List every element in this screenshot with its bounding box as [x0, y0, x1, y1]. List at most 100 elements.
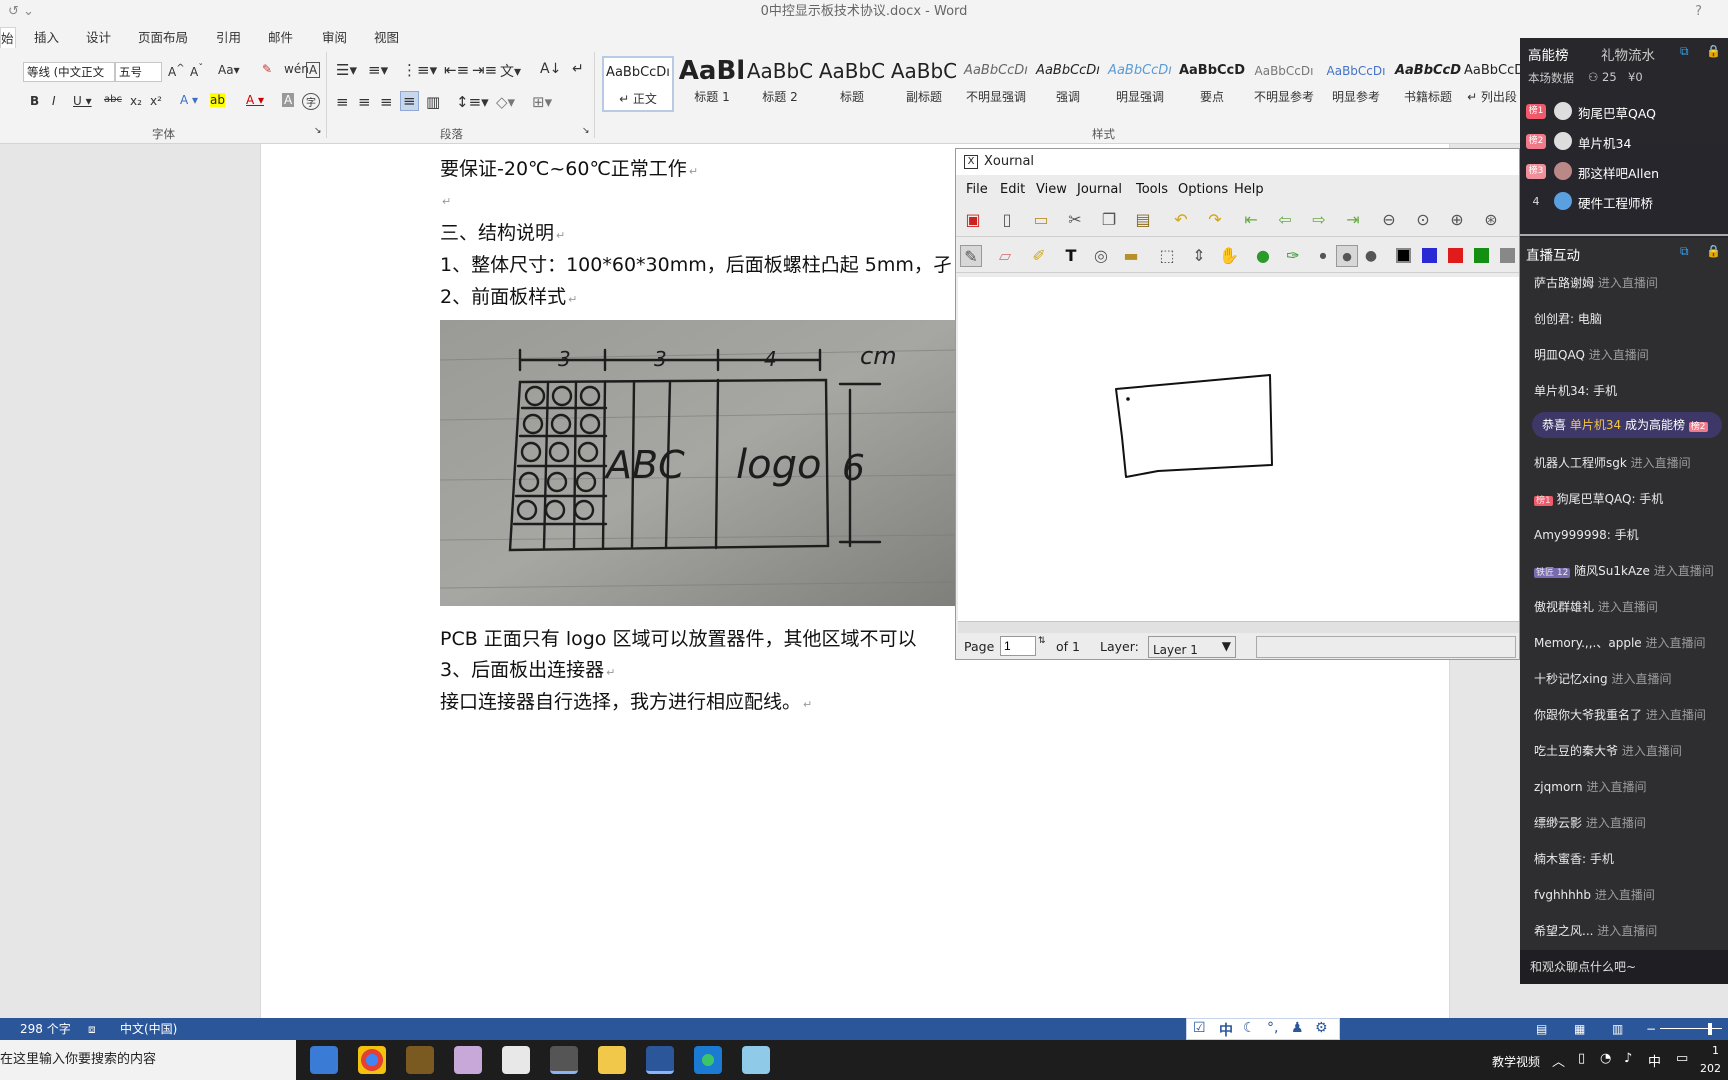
char-border-icon[interactable]: A — [306, 62, 321, 78]
align-right-icon[interactable]: ≡ — [380, 93, 393, 111]
style-list-paragraph[interactable]: AaBbCcDı ↵ 列出段 — [1464, 56, 1520, 112]
menu-view[interactable]: View — [1036, 182, 1067, 197]
clock-time[interactable]: 1 — [1712, 1044, 1719, 1057]
sort-icon[interactable]: A↓ — [540, 61, 561, 77]
eraser-icon[interactable]: ▱ — [994, 245, 1016, 267]
pen-icon[interactable]: ✎ — [960, 245, 982, 267]
strikethrough-icon[interactable]: abc — [104, 94, 122, 105]
usb-icon[interactable]: ▯ — [1578, 1051, 1585, 1066]
color-red-swatch[interactable] — [1444, 245, 1466, 267]
shading-icon[interactable]: ◇▾ — [496, 93, 515, 111]
default-pen-icon[interactable]: ● — [1252, 245, 1274, 267]
paste-icon[interactable]: ▤ — [1132, 209, 1154, 231]
rank-row[interactable]: 榜3 那这样吧Allen — [1526, 160, 1722, 184]
front-panel-sketch-photo[interactable]: 3 3 4 cm ABC logo 6 — [440, 320, 956, 606]
doc-heading-structure[interactable]: 三、结构说明 ↵ — [440, 218, 565, 245]
style-subtitle[interactable]: AaBbC 副标题 — [888, 56, 960, 112]
borders-icon[interactable]: ⊞▾ — [532, 93, 552, 111]
shrink-font-icon[interactable]: Aˇ — [190, 63, 203, 79]
zoom-fit-icon[interactable]: ⊛ — [1480, 209, 1502, 231]
doc-line-dimensions[interactable]: 1、整体尺寸：100*60*30mm，后面板螺柱凸起 5mm，孑 — [440, 250, 952, 277]
font-color-icon[interactable]: A ▾ — [246, 93, 264, 107]
live-stream-panel[interactable]: 高能榜 礼物流水 ⧉ 🔒 本场数据 ⚇ 25 ¥0 榜1 狗尾巴草QAQ 榜2 … — [1520, 38, 1728, 984]
style-book-title[interactable]: AaBbCcD 书籍标题 — [1392, 56, 1464, 112]
shape-recognizer-icon[interactable]: ◎ — [1090, 245, 1112, 267]
layer-select[interactable]: Layer 1 ▼ — [1148, 636, 1236, 658]
tray-expand-icon[interactable]: ︿ — [1552, 1051, 1565, 1070]
clear-format-icon[interactable]: ✎ — [262, 62, 272, 76]
xournal-taskbar-icon[interactable] — [550, 1046, 578, 1074]
zoom-out-icon[interactable]: ⊖ — [1378, 209, 1400, 231]
style-subtle-emphasis[interactable]: AaBbCcDı 不明显强调 — [960, 56, 1032, 112]
ime-tray-label[interactable]: 中 — [1648, 1051, 1661, 1070]
xournal-horizontal-scrollbar[interactable] — [958, 621, 1519, 633]
doc-line-rear-panel[interactable]: 3、后面板出连接器 ↵ — [440, 655, 615, 682]
zoom-in-icon[interactable]: ⊕ — [1446, 209, 1468, 231]
superscript-icon[interactable]: x² — [150, 94, 162, 108]
quick-access-undo-icon[interactable]: ↺ ⌄ — [8, 0, 34, 24]
underline-icon[interactable]: U ▾ — [73, 94, 92, 108]
color-black-swatch[interactable] — [1392, 245, 1414, 267]
multilevel-list-icon[interactable]: ⋮≡▾ — [402, 61, 437, 79]
increase-indent-icon[interactable]: ⇥≡ — [472, 61, 497, 79]
font-dialog-launcher-icon[interactable]: ↘ — [314, 126, 322, 136]
language-indicator[interactable]: 中文(中国) — [120, 1018, 177, 1040]
text-tool-icon[interactable]: T — [1060, 245, 1082, 267]
first-page-icon[interactable]: ⇤ — [1240, 209, 1262, 231]
ime-mode-label[interactable]: 中 — [1219, 1020, 1233, 1040]
ruler-icon[interactable]: ▬ — [1120, 245, 1142, 267]
zoom-slider-thumb[interactable] — [1708, 1023, 1712, 1035]
tray-app-label[interactable]: 教学视频 — [1492, 1053, 1540, 1070]
style-intense-reference[interactable]: AaBbCcDı 明显参考 — [1320, 56, 1392, 112]
doc-line-front-panel[interactable]: 2、前面板样式 ↵ — [440, 282, 577, 309]
doc-empty-line[interactable]: ↵ — [440, 188, 451, 210]
doc-line-connector[interactable]: 接口连接器自行选择，我方进行相应配线。 ↵ — [440, 687, 812, 714]
menu-file[interactable]: File — [966, 182, 988, 197]
media-app-icon[interactable] — [502, 1046, 530, 1074]
bold-icon[interactable]: B — [30, 94, 39, 108]
open-folder-icon[interactable]: ▭ — [1030, 209, 1052, 231]
xournal-window[interactable]: X Xournal File Edit View Journal Tools O… — [955, 148, 1520, 660]
last-page-icon[interactable]: ⇥ — [1342, 209, 1364, 231]
xournal-canvas[interactable] — [958, 277, 1519, 621]
enclose-char-icon[interactable]: 字 — [302, 93, 320, 110]
style-heading1[interactable]: AaBl 标题 1 — [676, 56, 748, 112]
italic-icon[interactable]: I — [52, 94, 56, 108]
print-layout-icon[interactable]: ▦ — [1574, 1018, 1585, 1040]
style-emphasis[interactable]: AaBbCcDı 强调 — [1032, 56, 1104, 112]
lock-chat-icon[interactable]: 🔒 — [1706, 244, 1721, 258]
menu-edit[interactable]: Edit — [1000, 182, 1025, 197]
ime-settings-icon[interactable]: ⚙ — [1315, 1020, 1328, 1036]
thin-line-icon[interactable]: ● — [1312, 245, 1334, 267]
volume-icon[interactable]: ♪ — [1624, 1051, 1632, 1066]
vertical-space-icon[interactable]: ⇕ — [1188, 245, 1210, 267]
color-green-swatch[interactable] — [1470, 245, 1492, 267]
color-gray-swatch[interactable] — [1496, 245, 1518, 267]
tab-gift-flow[interactable]: 礼物流水 — [1601, 44, 1655, 64]
font-size-combo[interactable]: 五号 — [115, 62, 162, 82]
style-subtle-reference[interactable]: AaBbCcDı 不明显参考 — [1248, 56, 1320, 112]
tab-high-energy-rank[interactable]: 高能榜 — [1528, 44, 1569, 64]
next-page-icon[interactable]: ⇨ — [1308, 209, 1330, 231]
justify-icon[interactable]: ≡ — [400, 91, 419, 111]
help-button[interactable]: ? — [1695, 0, 1702, 24]
numbering-icon[interactable]: ≡▾ — [368, 61, 388, 79]
grow-font-icon[interactable]: A^ — [168, 63, 185, 79]
taskbar-search-box[interactable]: 在这里输入你要搜索的内容 — [0, 1040, 296, 1080]
decrease-indent-icon[interactable]: ⇤≡ — [444, 61, 469, 79]
page-spin-icon[interactable]: ⇅ — [1038, 636, 1046, 646]
style-strong[interactable]: AaBbCcD 要点 — [1176, 56, 1248, 112]
tab-layout[interactable]: 页面布局 — [138, 27, 188, 46]
ime-moon-icon[interactable]: ☾ — [1243, 1020, 1256, 1036]
tab-references[interactable]: 引用 — [216, 27, 241, 46]
highlight-icon[interactable]: ab — [210, 93, 225, 107]
rank-row[interactable]: 榜1 狗尾巴草QAQ — [1526, 100, 1722, 124]
tab-home[interactable]: 始 — [0, 27, 16, 48]
page-number-input[interactable] — [1000, 636, 1036, 656]
tab-view[interactable]: 视图 — [374, 27, 399, 46]
word-taskbar-icon[interactable] — [646, 1046, 674, 1074]
new-page-icon[interactable]: ▯ — [996, 209, 1018, 231]
align-center-icon[interactable]: ≡ — [358, 93, 371, 111]
zoom-out-button[interactable]: − — [1646, 1018, 1656, 1040]
proofing-icon[interactable]: ⧈ — [88, 1018, 96, 1040]
